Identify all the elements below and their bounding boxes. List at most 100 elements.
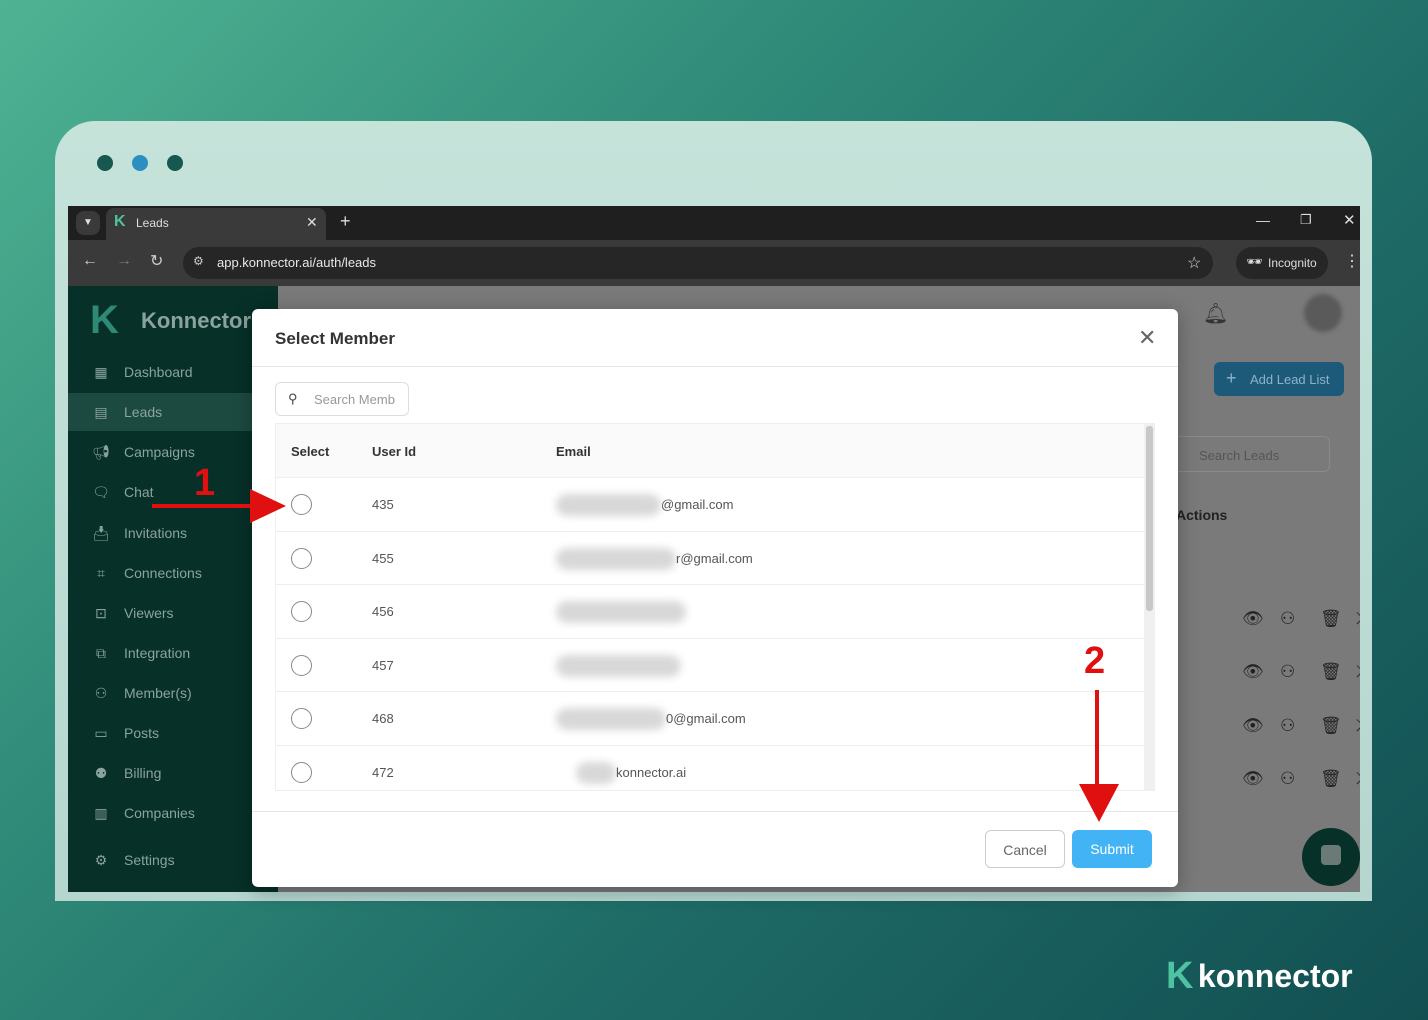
annotation-arrow-2 xyxy=(1079,690,1119,822)
sidebar-item-connections[interactable]: ⌗ Connections xyxy=(68,554,252,592)
sidebar-item-companies[interactable]: ▥ Companies xyxy=(68,794,252,832)
add-user-icon[interactable]: ⚇ xyxy=(1280,609,1295,629)
email-redaction xyxy=(556,547,676,570)
sidebar-item-integration[interactable]: ⧉ Integration xyxy=(68,634,252,672)
lead-actions: 👁︎ ⚇ 🗑︎ ⤮ xyxy=(1242,662,1360,684)
sidebar-item-label: Dashboard xyxy=(124,364,193,380)
sidebar-item-label: Posts xyxy=(124,725,160,741)
shuffle-icon[interactable]: ⤮ xyxy=(1356,662,1360,682)
cancel-button[interactable]: Cancel xyxy=(985,830,1065,868)
window-dot xyxy=(97,155,113,171)
dashboard-icon: ▦ xyxy=(94,364,108,380)
bell-icon[interactable]: 🔔︎ xyxy=(1203,301,1228,326)
bookmark-star-icon[interactable]: ☆ xyxy=(1187,253,1201,273)
column-email: Email xyxy=(556,444,591,459)
add-lead-list-button[interactable]: + Add Lead List xyxy=(1214,362,1344,396)
add-user-icon[interactable]: ⚇ xyxy=(1280,769,1295,789)
connections-icon: ⌗ xyxy=(97,565,105,581)
trash-icon[interactable]: 🗑︎ xyxy=(1320,662,1342,682)
add-user-icon[interactable]: ⚇ xyxy=(1280,716,1295,736)
tab-bar: ▼ K Leads ✕ + — ❐ ✕ xyxy=(68,206,1360,240)
divider xyxy=(252,366,1178,367)
shuffle-icon[interactable]: ⤮ xyxy=(1356,769,1360,789)
table-row[interactable]: 468 0@gmail.com xyxy=(276,692,1144,746)
plus-icon: + xyxy=(1226,368,1237,388)
sidebar-item-label: Invitations xyxy=(124,525,188,541)
sidebar-item-members[interactable]: ⚇ Member(s) xyxy=(68,674,252,712)
new-tab-icon[interactable]: + xyxy=(340,211,351,232)
select-radio[interactable] xyxy=(291,494,312,515)
table-row[interactable]: 457 xyxy=(276,639,1144,692)
konnector-k-icon: K xyxy=(1166,955,1194,997)
footer-logo-text: konnector xyxy=(1197,958,1353,994)
sidebar-item-billing[interactable]: ⚉ Billing xyxy=(68,754,252,792)
viewers-icon: ⊡ xyxy=(95,605,107,621)
close-window-icon[interactable]: ✕ xyxy=(1343,211,1356,229)
chat-widget-button[interactable] xyxy=(1302,828,1360,886)
eye-icon[interactable]: 👁︎ xyxy=(1242,716,1264,736)
restore-icon[interactable]: ❐ xyxy=(1300,212,1312,228)
footer-logo: K konnector xyxy=(1166,955,1353,998)
avatar[interactable] xyxy=(1304,294,1342,332)
sidebar-item-label: Settings xyxy=(124,852,175,868)
tab-search-button[interactable]: ▼ xyxy=(76,211,100,235)
search-leads-input[interactable]: Search Leads xyxy=(1158,436,1330,472)
sidebar-item-settings[interactable]: ⚙ Settings xyxy=(68,841,252,879)
posts-icon: ▭ xyxy=(94,725,108,741)
add-lead-list-label: Add Lead List xyxy=(1250,372,1330,387)
select-radio[interactable] xyxy=(291,654,312,676)
forward-icon[interactable]: → xyxy=(116,252,132,270)
add-user-icon[interactable]: ⚇ xyxy=(1280,662,1295,682)
lead-actions: 👁︎ ⚇ 🗑︎ ⤮ xyxy=(1242,716,1360,738)
konnector-logo-icon: K xyxy=(90,298,119,342)
trash-icon[interactable]: 🗑︎ xyxy=(1320,716,1342,736)
browser-tab[interactable]: K Leads ✕ xyxy=(106,208,326,240)
window-dot xyxy=(167,155,183,171)
table-row[interactable]: 456 xyxy=(276,585,1144,639)
reload-icon[interactable]: ↻ xyxy=(150,251,163,271)
building-icon: ▥ xyxy=(94,805,108,821)
minimize-icon[interactable]: — xyxy=(1256,212,1270,228)
sidebar-item-leads[interactable]: ▤ Leads xyxy=(68,393,252,431)
scrollbar-thumb[interactable] xyxy=(1146,426,1153,611)
chat-widget-icon xyxy=(1321,845,1341,865)
trash-icon[interactable]: 🗑︎ xyxy=(1320,609,1342,629)
select-radio[interactable] xyxy=(291,708,312,729)
url-field[interactable]: ⚙ app.konnector.ai/auth/leads ☆ xyxy=(183,247,1213,279)
eye-icon[interactable]: 👁︎ xyxy=(1242,609,1264,629)
sidebar-item-label: Member(s) xyxy=(124,685,192,701)
sidebar-item-label: Companies xyxy=(124,805,195,821)
eye-icon[interactable]: 👁︎ xyxy=(1242,662,1264,682)
table-row[interactable]: 472 konnector.ai xyxy=(276,746,1144,791)
divider xyxy=(252,811,1178,812)
chat-icon: 🗨︎ xyxy=(92,484,110,500)
shuffle-icon[interactable]: ⤮ xyxy=(1356,609,1360,629)
user-id: 468 xyxy=(372,711,394,726)
submit-button[interactable]: Submit xyxy=(1072,830,1152,868)
shuffle-icon[interactable]: ⤮ xyxy=(1356,716,1360,736)
sidebar-item-dashboard[interactable]: ▦ Dashboard xyxy=(68,353,252,391)
member-table: Select User Id Email 435 @gmail.com 455 … xyxy=(275,423,1155,791)
trash-icon[interactable]: 🗑︎ xyxy=(1320,769,1342,789)
url-text: app.konnector.ai/auth/leads xyxy=(217,255,377,270)
select-radio[interactable] xyxy=(291,601,312,622)
select-radio[interactable] xyxy=(291,547,312,569)
eye-icon[interactable]: 👁︎ xyxy=(1242,769,1264,789)
k-logo-icon: K xyxy=(114,213,126,230)
search-member-input[interactable]: ⚲ Search Memb xyxy=(275,382,409,416)
table-row[interactable]: 435 @gmail.com xyxy=(276,478,1144,532)
incognito-badge[interactable]: 🕶 Incognito xyxy=(1236,247,1328,279)
sidebar-item-campaigns[interactable]: 📢︎ Campaigns xyxy=(68,433,252,471)
sidebar-item-viewers[interactable]: ⊡ Viewers xyxy=(68,594,252,632)
menu-icon[interactable]: ⋮ xyxy=(1344,251,1360,271)
sidebar-item-posts[interactable]: ▭ Posts xyxy=(68,714,252,752)
close-modal-icon[interactable]: ✕ xyxy=(1138,325,1156,351)
sidebar-item-label: Billing xyxy=(124,765,162,781)
modal-title: Select Member xyxy=(275,329,395,348)
back-icon[interactable]: ← xyxy=(82,252,98,270)
close-tab-icon[interactable]: ✕ xyxy=(306,214,318,231)
user-id: 457 xyxy=(372,657,394,673)
select-radio[interactable] xyxy=(291,761,312,783)
site-info-icon[interactable]: ⚙ xyxy=(193,254,204,268)
table-row[interactable]: 455 r@gmail.com xyxy=(276,532,1144,585)
